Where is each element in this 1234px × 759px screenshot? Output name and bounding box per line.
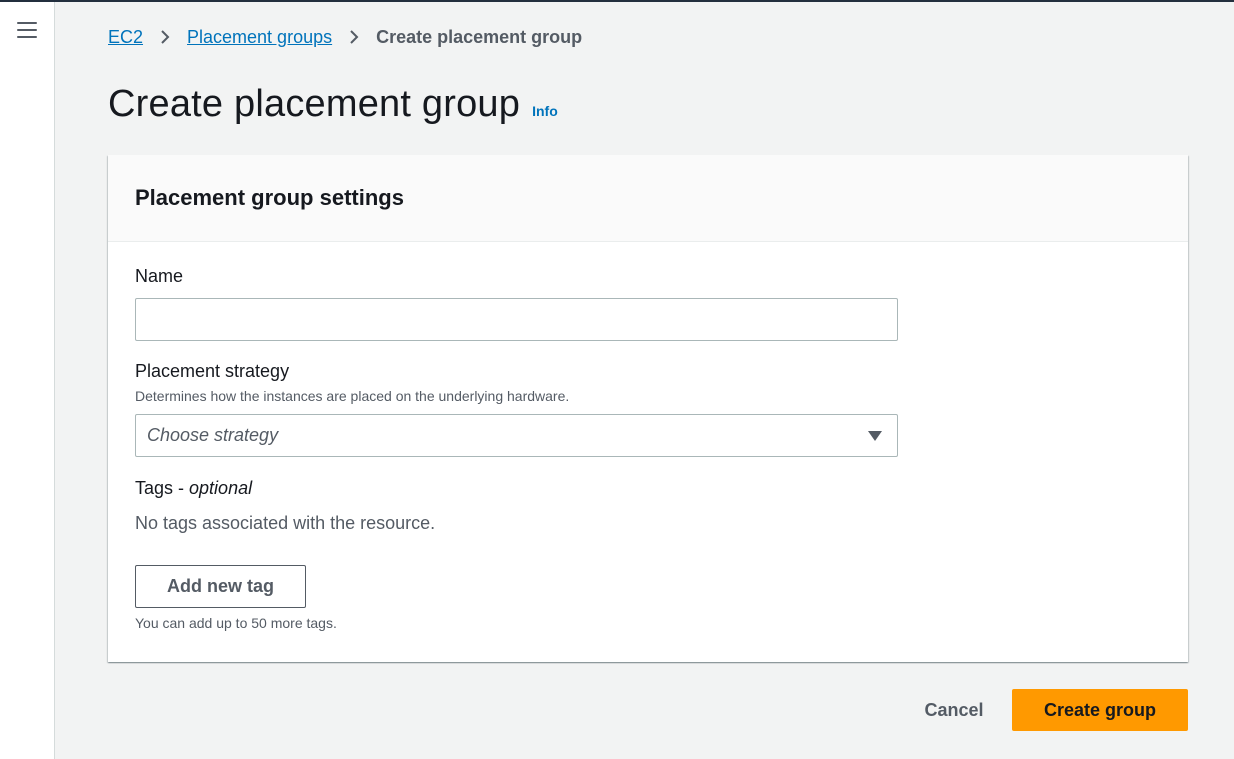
breadcrumb-link-placement-groups[interactable]: Placement groups [187,27,332,48]
tags-optional-text: optional [189,478,253,498]
placement-strategy-description: Determines how the instances are placed … [135,388,570,404]
breadcrumb-current: Create placement group [376,26,583,47]
tags-label-text: Tags - [135,478,190,498]
panel-title: Placement group settings [135,185,404,210]
page-title: Create placement group [108,82,521,125]
info-link[interactable]: Info [532,103,558,119]
placement-strategy-select[interactable]: Choose strategy [135,414,898,457]
no-tags-text: No tags associated with the resource. [135,513,436,533]
cancel-button[interactable]: Cancel [910,689,998,731]
chevron-right-icon [143,29,187,45]
name-input[interactable] [135,298,898,341]
breadcrumb: EC2 Placement groups Create placement gr… [108,25,582,49]
create-group-button[interactable]: Create group [1012,689,1188,731]
side-navigation [0,2,55,759]
tags-limit-text: You can add up to 50 more tags. [135,615,337,631]
menu-icon[interactable] [17,22,37,38]
chevron-right-icon [332,29,376,45]
panel-header: Placement group settings [108,155,1188,242]
placement-group-settings-panel: Placement group settings Name Placement … [108,155,1188,662]
add-new-tag-button[interactable]: Add new tag [135,565,306,608]
tags-label: Tags - optional [135,478,252,499]
caret-down-icon [868,430,882,441]
breadcrumb-link-ec2[interactable]: EC2 [108,27,143,48]
top-bar [0,0,1234,2]
page-header: Create placement group Info [108,80,558,128]
placement-strategy-label: Placement strategy [135,361,290,381]
name-label: Name [135,266,184,286]
placement-strategy-placeholder: Choose strategy [147,425,279,445]
